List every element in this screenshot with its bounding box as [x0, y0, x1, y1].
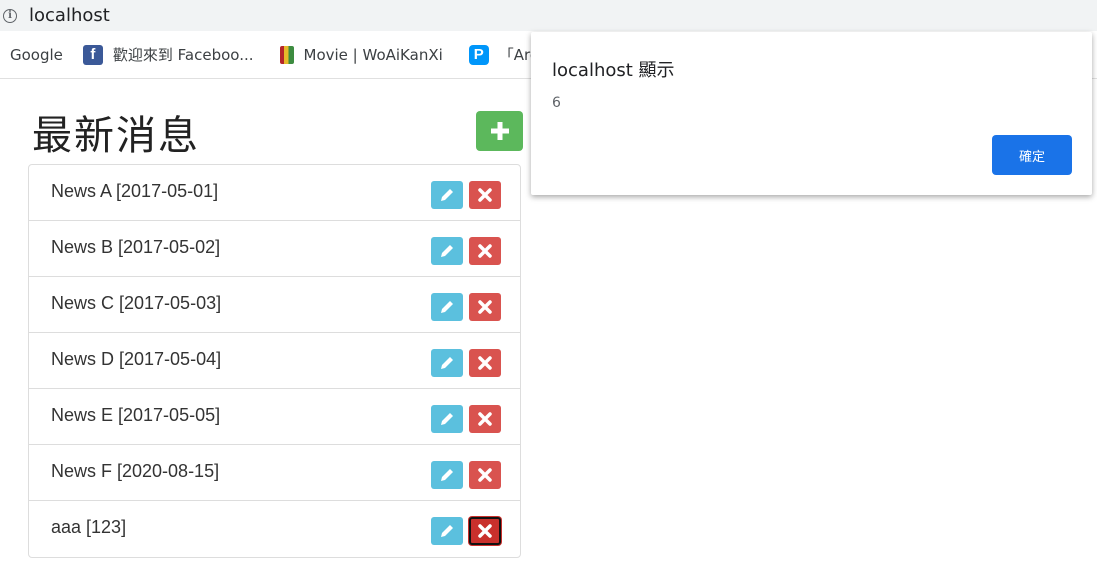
news-item: News B [2017-05-02] — [29, 221, 520, 277]
news-item: News C [2017-05-03] — [29, 277, 520, 333]
news-item: News D [2017-05-04] — [29, 333, 520, 389]
news-item: News E [2017-05-05] — [29, 389, 520, 445]
edit-button[interactable] — [431, 517, 463, 545]
news-item-label: News A [2017-05-01] — [51, 181, 219, 201]
dialog-title: localhost 顯示 — [552, 60, 675, 81]
bookmark-label: 歡迎來到 Faceboo... — [112, 46, 254, 64]
news-list: News A [2017-05-01] News B [2017-05-02] … — [28, 164, 521, 558]
pencil-icon — [441, 469, 453, 481]
delete-button[interactable] — [469, 405, 501, 433]
close-icon — [478, 524, 492, 538]
news-item: News A [2017-05-01] — [29, 165, 520, 221]
delete-button[interactable] — [469, 517, 501, 545]
pencil-icon — [441, 189, 453, 201]
close-icon — [478, 244, 492, 258]
news-item-label: News C [2017-05-03] — [51, 293, 222, 313]
news-item: News F [2020-08-15] — [29, 445, 520, 501]
ok-button[interactable]: 確定 — [992, 135, 1072, 175]
info-icon[interactable]: i — [3, 8, 17, 23]
pencil-icon — [441, 357, 453, 369]
movie-icon — [279, 45, 294, 64]
facebook-icon: f — [82, 44, 103, 65]
news-item-label: News B [2017-05-02] — [51, 237, 221, 257]
news-item-label: News F [2020-08-15] — [51, 461, 220, 481]
delete-button[interactable] — [469, 181, 501, 209]
delete-button[interactable] — [469, 237, 501, 265]
pencil-icon — [441, 301, 453, 313]
news-item-label: aaa [123] — [51, 517, 127, 537]
pencil-icon — [441, 525, 453, 537]
edit-button[interactable] — [431, 181, 463, 209]
url-text[interactable]: localhost — [29, 5, 110, 26]
edit-button[interactable] — [431, 237, 463, 265]
news-item: aaa [123] — [29, 501, 520, 557]
delete-button[interactable] — [469, 349, 501, 377]
add-news-button[interactable] — [476, 111, 523, 151]
delete-button[interactable] — [469, 293, 501, 321]
news-item-label: News D [2017-05-04] — [51, 349, 222, 369]
page-title: 最新消息 — [32, 113, 200, 159]
bookmark-movie[interactable]: Movie | WoAiKanXi — [279, 45, 443, 64]
alert-dialog: localhost 顯示 6 確定 — [531, 32, 1092, 195]
bookmark-label: Google — [10, 45, 63, 64]
close-icon — [478, 188, 492, 202]
dialog-message: 6 — [552, 95, 561, 111]
close-icon — [478, 300, 492, 314]
plus-icon — [490, 122, 509, 140]
close-icon — [478, 468, 492, 482]
close-icon — [478, 356, 492, 370]
edit-button[interactable] — [431, 293, 463, 321]
close-icon — [478, 412, 492, 426]
bookmark-google[interactable]: Google — [10, 46, 63, 64]
pencil-icon — [441, 413, 453, 425]
address-bar[interactable]: i localhost — [0, 0, 1097, 31]
bookmark-facebook[interactable]: f 歡迎來到 Faceboo... — [82, 44, 254, 65]
edit-button[interactable] — [431, 405, 463, 433]
pencil-icon — [441, 245, 453, 257]
bookmark-label: Movie | WoAiKanXi — [303, 45, 443, 64]
edit-button[interactable] — [431, 461, 463, 489]
edit-button[interactable] — [431, 349, 463, 377]
delete-button[interactable] — [469, 461, 501, 489]
pixiv-icon: P — [468, 44, 489, 65]
news-item-label: News E [2017-05-05] — [51, 405, 221, 425]
